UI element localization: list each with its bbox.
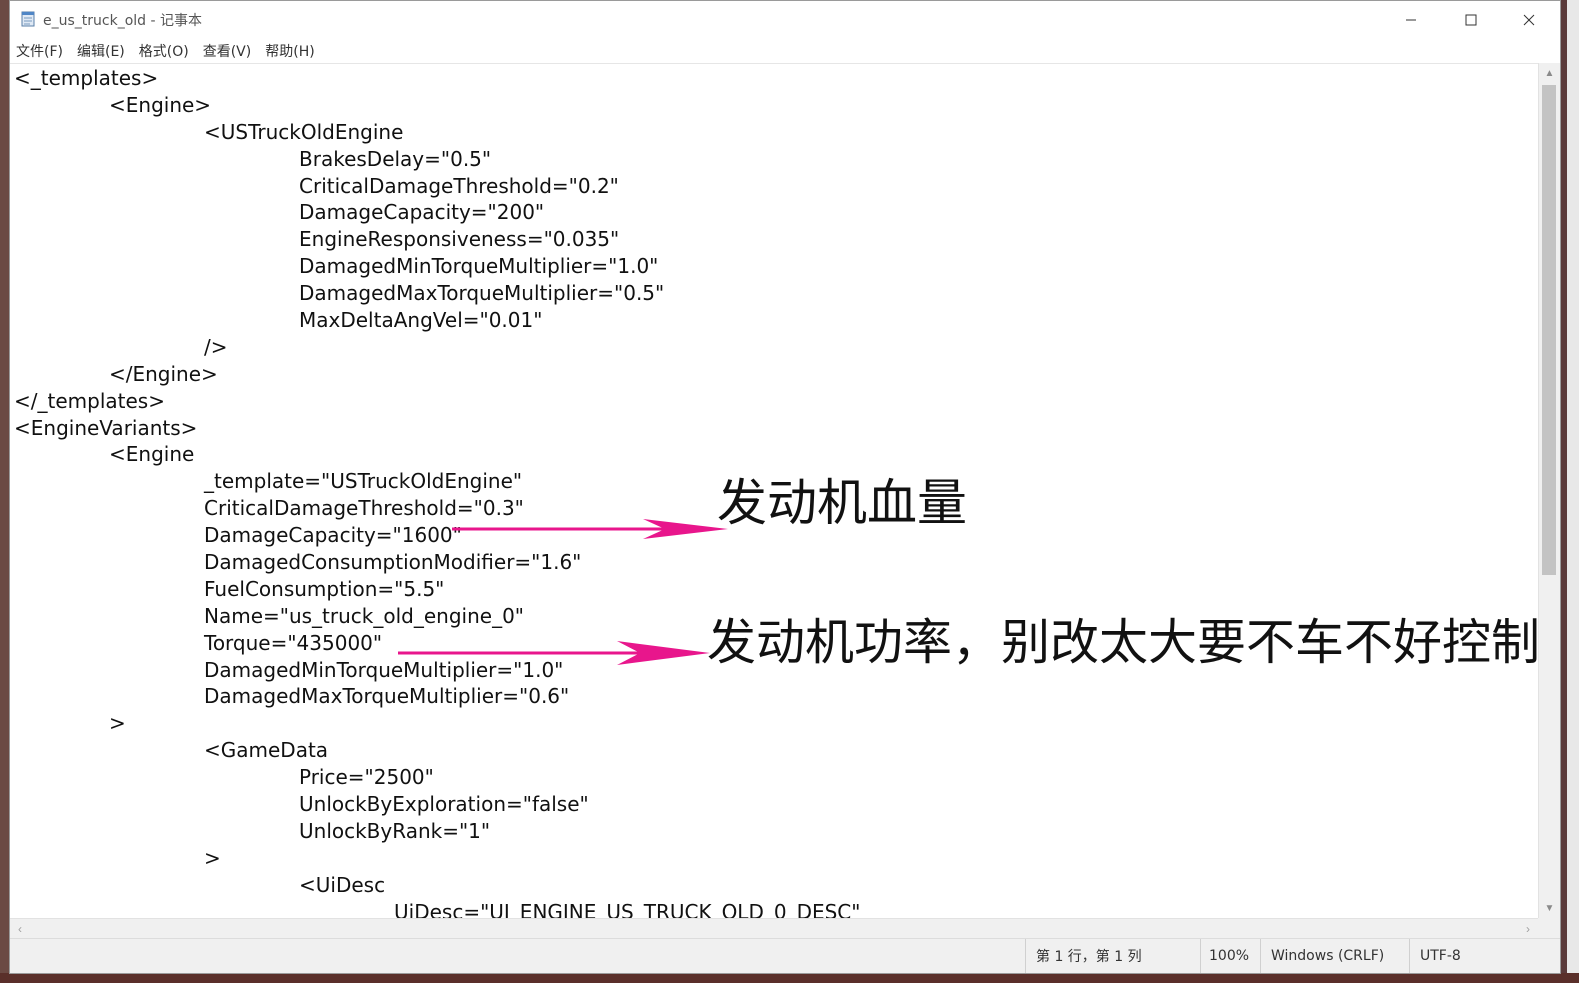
close-icon: [1523, 11, 1535, 30]
menu-format[interactable]: 格式(O): [132, 41, 196, 61]
scroll-right-icon[interactable]: ›: [1518, 919, 1538, 938]
notepad-window: e_us_truck_old - 记事本 文件(F) 编辑(E) 格式(O) 查…: [9, 0, 1561, 974]
minimize-button[interactable]: [1382, 1, 1440, 39]
editor-line: _template="USTruckOldEngine": [204, 469, 523, 494]
menu-view[interactable]: 查看(V): [196, 41, 259, 61]
editor-line: MaxDeltaAngVel="0.01": [299, 308, 543, 333]
scroll-left-icon[interactable]: ‹: [10, 919, 30, 938]
status-bar: 第 1 行，第 1 列 100% Windows (CRLF) UTF-8: [10, 938, 1560, 973]
editor-line: <Engine>: [109, 92, 212, 117]
title-bar[interactable]: e_us_truck_old - 记事本: [10, 1, 1560, 39]
window-title: e_us_truck_old - 记事本: [43, 13, 202, 29]
editor-line: <USTruckOldEngine: [204, 119, 404, 144]
editor-line: DamagedMaxTorqueMultiplier="0.5": [299, 281, 665, 306]
editor-line: Price="2500": [299, 765, 434, 790]
minimize-icon: [1405, 11, 1417, 30]
editor-line: UnlockByExploration="false": [299, 792, 589, 817]
scrollbar-corner: [1538, 918, 1560, 938]
editor-line: CriticalDamageThreshold="0.2": [299, 173, 619, 198]
scroll-up-icon[interactable]: ▲: [1539, 63, 1560, 83]
editor-line: FuelConsumption="5.5": [204, 576, 445, 601]
editor-line: <Engine: [109, 442, 195, 467]
text-editor[interactable]: <_templates> <Engine> <USTruckOldEngine Bra…: [10, 63, 1538, 919]
notepad-icon: [20, 11, 36, 27]
desktop-background-bottom: [0, 973, 1579, 983]
editor-line: DamageCapacity="1600": [204, 523, 462, 548]
editor-line: </Engine>: [109, 361, 218, 386]
editor-line: Name="us_truck_old_engine_0": [204, 603, 524, 628]
horizontal-scrollbar[interactable]: ‹ ›: [10, 918, 1538, 938]
editor-line: <UiDesc: [299, 872, 386, 897]
editor-line: </_templates>: [14, 388, 165, 413]
editor-line: DamagedConsumptionModifier="1.6": [204, 550, 582, 575]
editor-line: EngineResponsiveness="0.035": [299, 227, 620, 252]
status-zoom: 100%: [1200, 939, 1260, 973]
scroll-down-icon[interactable]: ▼: [1539, 898, 1560, 918]
editor-line: UnlockByRank="1": [299, 818, 491, 843]
editor-line: DamagedMinTorqueMultiplier="1.0": [204, 657, 564, 682]
editor-line: <GameData: [204, 738, 329, 763]
editor-line: BrakesDelay="0.5": [299, 146, 492, 171]
status-cursor-position: 第 1 行，第 1 列: [1025, 939, 1200, 973]
vertical-scrollbar[interactable]: ▲ ▼: [1538, 63, 1560, 918]
editor-line: DamagedMaxTorqueMultiplier="0.6": [204, 684, 570, 709]
close-button[interactable]: [1500, 1, 1558, 39]
menu-file[interactable]: 文件(F): [10, 41, 70, 61]
editor-line: DamageCapacity="200": [299, 200, 545, 225]
status-encoding: UTF-8: [1409, 939, 1559, 973]
editor-line: UiDesc="UI_ENGINE_US_TRUCK_OLD_0_DESC": [394, 899, 861, 919]
editor-line: >: [109, 711, 126, 736]
maximize-icon: [1465, 11, 1477, 30]
desktop-background-right: [1567, 0, 1579, 983]
editor-line: />: [204, 334, 228, 359]
maximize-button[interactable]: [1442, 1, 1500, 39]
vertical-scroll-thumb[interactable]: [1542, 85, 1556, 575]
menu-help[interactable]: 帮助(H): [258, 41, 321, 61]
editor-content[interactable]: <_templates> <Engine> <USTruckOldEngine Bra…: [14, 65, 860, 919]
status-line-ending: Windows (CRLF): [1260, 939, 1409, 973]
editor-line: CriticalDamageThreshold="0.3": [204, 496, 524, 521]
editor-line: <EngineVariants>: [14, 415, 198, 440]
editor-line: >: [204, 845, 221, 870]
menu-edit[interactable]: 编辑(E): [70, 41, 132, 61]
editor-line: Torque="435000": [204, 630, 383, 655]
editor-line: <_templates>: [14, 66, 159, 90]
editor-line: DamagedMinTorqueMultiplier="1.0": [299, 254, 659, 279]
menu-bar: 文件(F) 编辑(E) 格式(O) 查看(V) 帮助(H): [10, 39, 1560, 63]
